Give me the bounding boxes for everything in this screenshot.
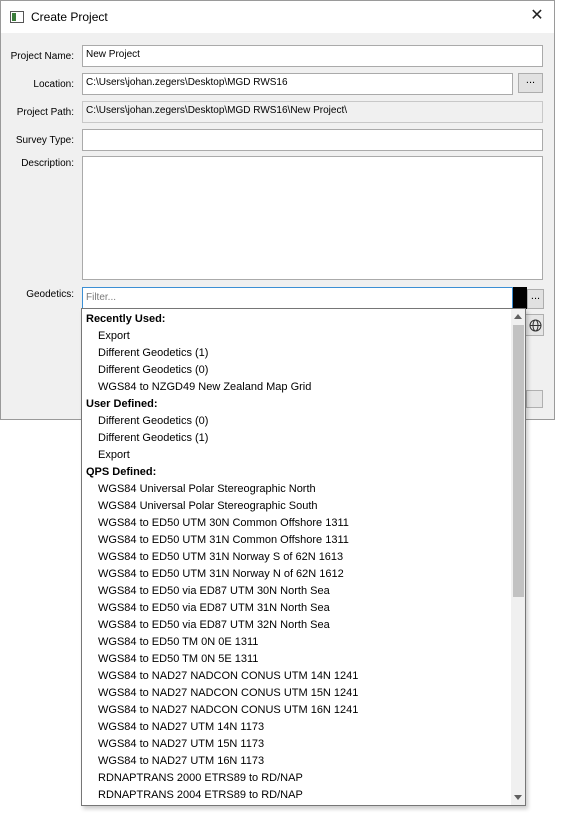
project-path-field: C:\Users\johan.zegers\Desktop\MGD RWS16\… [82, 101, 543, 123]
group-header: QPS Defined: [86, 466, 157, 478]
geodetics-option[interactable]: WGS84 to NAD27 UTM 16N 1173 [85, 753, 510, 770]
geodetics-dropdown-list: Recently Used: Export Different Geodetics … [81, 308, 526, 806]
location-label: Location: [33, 79, 74, 90]
geodetics-option[interactable]: WGS84 to ED50 via ED87 UTM 32N North Sea [85, 617, 510, 634]
geodetics-option[interactable]: Export [85, 328, 510, 345]
geodetics-option[interactable]: WGS84 to ED50 TM 0N 0E 1311 [85, 634, 510, 651]
title-bar[interactable]: Create Project ✕ [1, 1, 554, 33]
project-name-input[interactable]: New Project [82, 45, 543, 67]
project-app-icon [10, 11, 24, 23]
description-textarea[interactable] [82, 156, 543, 280]
geodetics-option[interactable]: Different Geodetics (1) [85, 430, 510, 447]
scroll-up-arrow-icon[interactable] [514, 314, 522, 319]
description-label: Description: [21, 158, 74, 169]
geodetics-option[interactable]: WGS84 to NZGD49 New Zealand Map Grid [85, 379, 510, 396]
geodetics-option[interactable]: Export [85, 447, 510, 464]
close-button[interactable]: ✕ [528, 7, 546, 25]
globe-button[interactable] [525, 314, 544, 336]
window-title: Create Project [31, 10, 108, 24]
geodetics-option[interactable]: WGS84 to ED50 via ED87 UTM 30N North Sea [85, 583, 510, 600]
geodetics-option[interactable]: WGS84 to NAD27 UTM 15N 1173 [85, 736, 510, 753]
geodetics-option[interactable]: WGS84 to NAD27 NADCON CONUS UTM 16N 1241 [85, 702, 510, 719]
geodetics-option[interactable]: Different Geodetics (0) [85, 362, 510, 379]
geodetics-dropdown-button[interactable] [513, 287, 527, 309]
geodetics-option[interactable]: WGS84 to NAD27 NADCON CONUS UTM 14N 1241 [85, 668, 510, 685]
geodetics-option[interactable]: WGS84 to NAD27 UTM 14N 1173 [85, 719, 510, 736]
dropdown-scrollbar[interactable] [511, 309, 525, 805]
geodetics-option[interactable]: RDNAPTRANS 2000 ETRS89 to RD/NAP [85, 770, 510, 787]
scroll-thumb[interactable] [513, 325, 524, 597]
geodetics-option[interactable]: WGS84 to ED50 TM 0N 5E 1311 [85, 651, 510, 668]
geodetics-browse-button[interactable]: ... [527, 289, 544, 309]
geodetics-option[interactable]: WGS84 to ED50 UTM 30N Common Offshore 13… [85, 515, 510, 532]
geodetics-option[interactable]: WGS84 to ED50 via ED87 UTM 31N North Sea [85, 600, 510, 617]
geodetics-option[interactable]: WGS84 to ED50 UTM 31N Common Offshore 13… [85, 532, 510, 549]
project-path-label: Project Path: [16, 107, 74, 118]
location-browse-button[interactable]: ... [518, 73, 543, 93]
geodetics-option[interactable]: WGS84 to ED50 UTM 31N Norway N of 62N 16… [85, 566, 510, 583]
dialog-button-partial[interactable] [526, 390, 543, 408]
geodetics-option[interactable]: WGS84 to NAD27 NADCON CONUS UTM 15N 1241 [85, 685, 510, 702]
survey-type-input[interactable] [82, 129, 543, 151]
group-header: Recently Used: [86, 313, 166, 325]
project-name-label: Project Name: [10, 51, 74, 62]
geodetics-label: Geodetics: [26, 289, 74, 300]
geodetics-option[interactable]: Different Geodetics (1) [85, 345, 510, 362]
geodetics-filter-input[interactable]: Filter... [82, 287, 513, 309]
geodetics-option[interactable]: WGS84 to ED50 UTM 31N Norway S of 62N 16… [85, 549, 510, 566]
globe-icon [529, 319, 542, 332]
location-input[interactable]: C:\Users\johan.zegers\Desktop\MGD RWS16 [82, 73, 513, 95]
geodetics-options: Recently Used: Export Different Geodetics … [85, 311, 510, 805]
group-header: User Defined: [86, 398, 158, 410]
scroll-down-arrow-icon[interactable] [514, 795, 522, 800]
geodetics-option[interactable]: RDNAPTRANS 2008 ETRS89 to RD/NAP [85, 804, 510, 805]
geodetics-option[interactable]: RDNAPTRANS 2004 ETRS89 to RD/NAP [85, 787, 510, 804]
geodetics-option[interactable]: WGS84 Universal Polar Stereographic Nort… [85, 481, 510, 498]
geodetics-option[interactable]: WGS84 Universal Polar Stereographic Sout… [85, 498, 510, 515]
survey-type-label: Survey Type: [15, 135, 74, 146]
geodetics-option[interactable]: Different Geodetics (0) [85, 413, 510, 430]
